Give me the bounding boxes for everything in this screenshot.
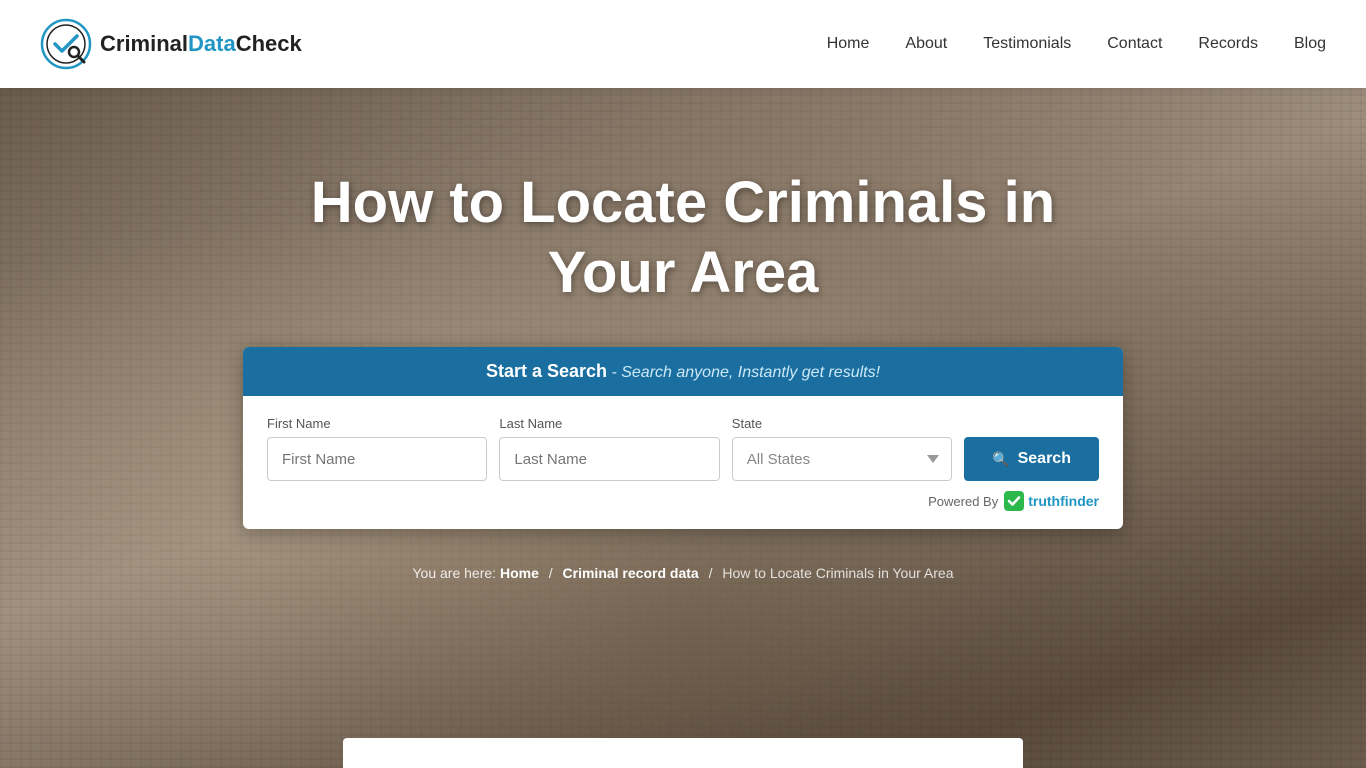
search-widget-header: Start a Search - Search anyone, Instantl… — [243, 347, 1123, 396]
breadcrumb-sep2: / — [709, 565, 713, 581]
breadcrumb-current: How to Locate Criminals in Your Area — [722, 565, 953, 581]
truthfinder-label: truthfinder — [1028, 493, 1099, 509]
nav-contact[interactable]: Contact — [1107, 35, 1162, 53]
breadcrumb-sep1: / — [549, 565, 553, 581]
search-subtitle: - Search anyone, Instantly get results! — [611, 364, 880, 381]
hero-title: How to Locate Criminals in Your Area — [253, 168, 1113, 307]
last-name-input[interactable] — [499, 437, 719, 481]
search-start-label: Start a Search — [486, 361, 607, 381]
site-header: CriminalDataCheck Home About Testimonial… — [0, 0, 1366, 88]
state-field-group: State All States Alabama Alaska Arizona … — [732, 416, 952, 481]
truthfinder-icon — [1004, 491, 1024, 511]
nav-home[interactable]: Home — [827, 35, 870, 53]
logo-icon — [40, 18, 92, 70]
truthfinder-badge: truthfinder — [1004, 491, 1099, 511]
nav-about[interactable]: About — [905, 35, 947, 53]
powered-by-text: Powered By — [928, 494, 998, 509]
search-button-label: Search — [1018, 450, 1071, 468]
breadcrumb-prefix: You are here: — [413, 565, 500, 581]
powered-by: Powered By truthfinder — [267, 491, 1099, 511]
state-select[interactable]: All States Alabama Alaska Arizona Arkans… — [732, 437, 952, 481]
nav-records[interactable]: Records — [1198, 35, 1258, 53]
first-name-input[interactable] — [267, 437, 487, 481]
last-name-field-group: Last Name — [499, 416, 719, 481]
first-name-field-group: First Name — [267, 416, 487, 481]
main-nav: Home About Testimonials Contact Records … — [827, 35, 1326, 53]
search-button[interactable]: 🔍 Search — [964, 437, 1099, 481]
nav-testimonials[interactable]: Testimonials — [983, 35, 1071, 53]
search-widget-body: First Name Last Name State All States Al… — [243, 396, 1123, 529]
bottom-section-peek — [343, 738, 1023, 768]
nav-blog[interactable]: Blog — [1294, 35, 1326, 53]
search-widget: Start a Search - Search anyone, Instantl… — [243, 347, 1123, 529]
hero-content: How to Locate Criminals in Your Area Sta… — [0, 88, 1366, 581]
last-name-label: Last Name — [499, 416, 719, 431]
search-icon: 🔍 — [992, 451, 1009, 468]
state-label: State — [732, 416, 952, 431]
logo[interactable]: CriminalDataCheck — [40, 18, 302, 70]
first-name-label: First Name — [267, 416, 487, 431]
breadcrumb: You are here: Home / Criminal record dat… — [413, 565, 954, 581]
search-fields: First Name Last Name State All States Al… — [267, 416, 1099, 481]
logo-text: CriminalDataCheck — [100, 31, 302, 57]
hero-section: How to Locate Criminals in Your Area Sta… — [0, 88, 1366, 768]
breadcrumb-section: Criminal record data — [563, 565, 699, 581]
breadcrumb-home[interactable]: Home — [500, 565, 539, 581]
